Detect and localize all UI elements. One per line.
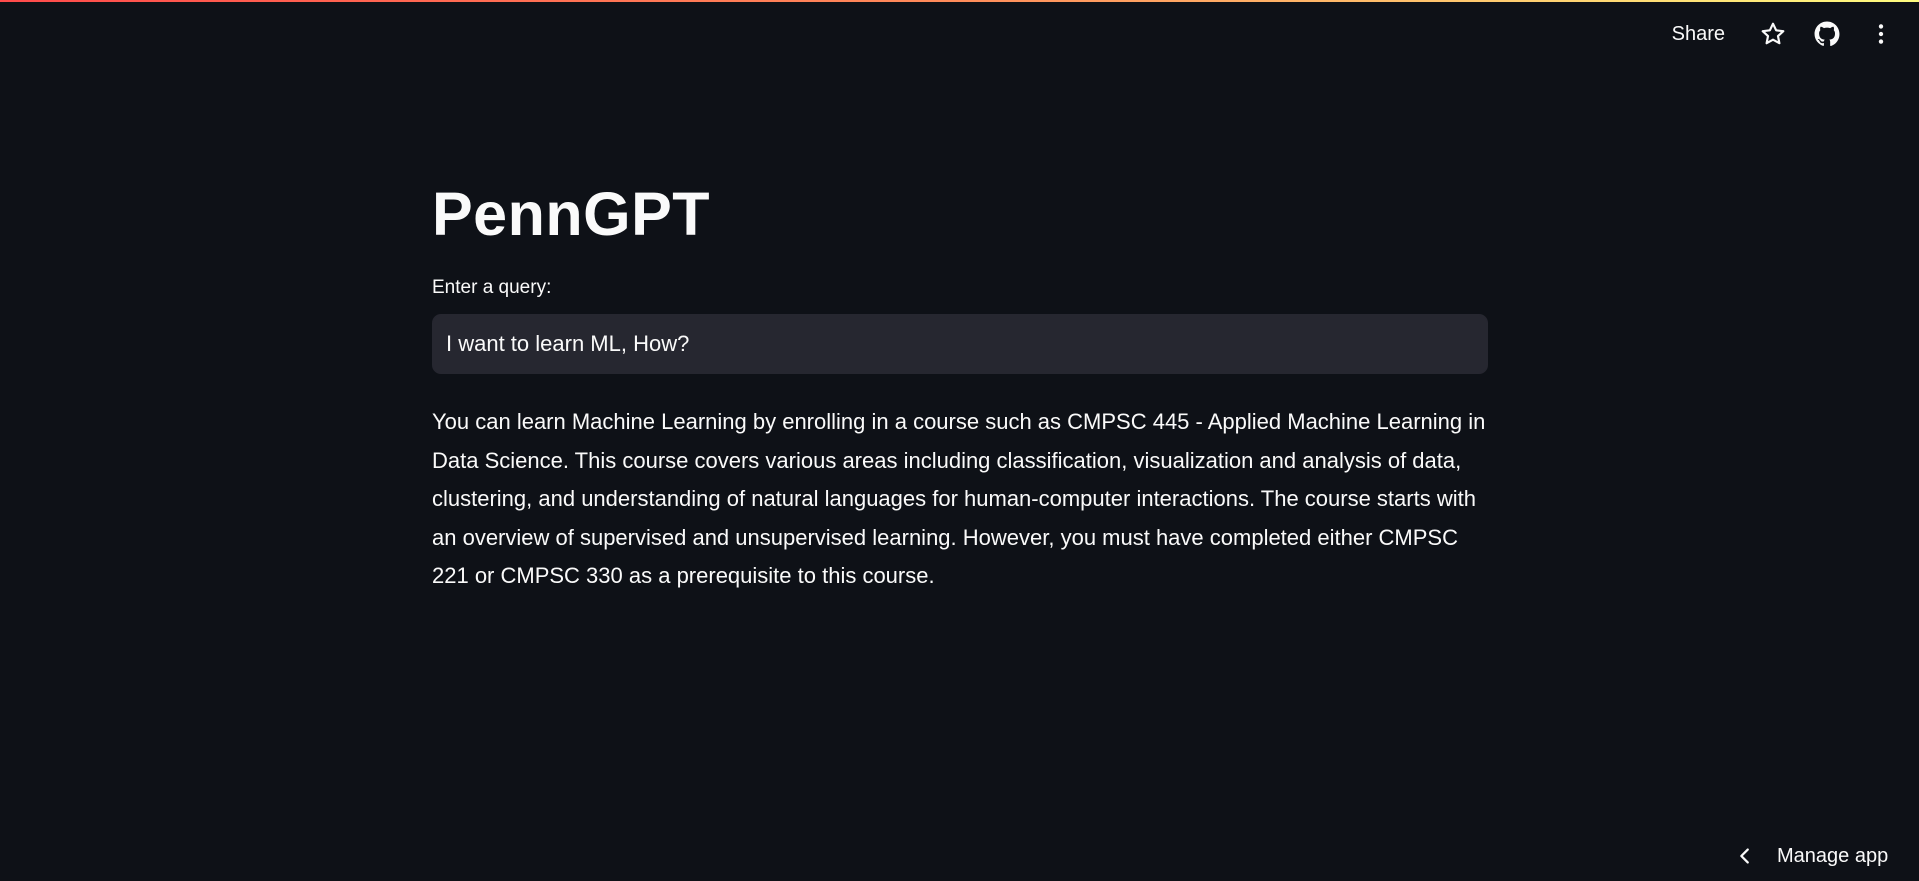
star-icon[interactable]: [1753, 14, 1793, 54]
header-toolbar: Share: [1658, 14, 1901, 54]
manage-app-button[interactable]: Manage app: [1733, 831, 1919, 881]
page-title: PennGPT: [432, 180, 711, 248]
share-button[interactable]: Share: [1658, 17, 1739, 52]
manage-app-label: Manage app: [1777, 844, 1889, 867]
more-vertical-icon[interactable]: [1861, 14, 1901, 54]
main-content: PennGPT Enter a query: You can learn Mac…: [432, 170, 1488, 596]
query-input[interactable]: [432, 314, 1488, 374]
answer-text: You can learn Machine Learning by enroll…: [432, 409, 1486, 588]
chevron-left-icon: [1733, 844, 1757, 868]
top-decoration-stripe: [0, 0, 1919, 2]
query-label: Enter a query:: [432, 277, 552, 298]
github-icon[interactable]: [1807, 14, 1847, 54]
